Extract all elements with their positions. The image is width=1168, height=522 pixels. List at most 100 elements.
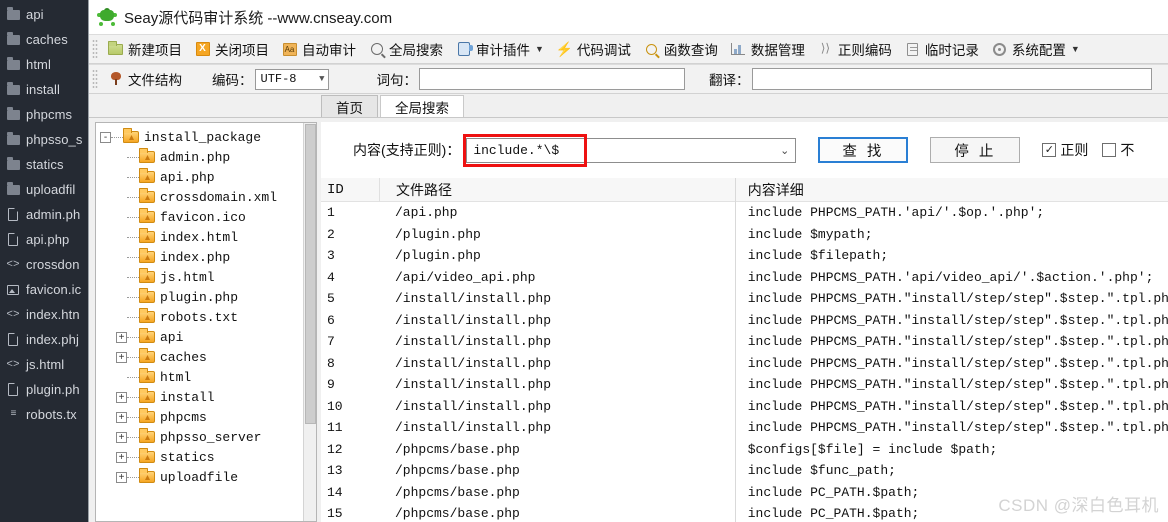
- toolbar-button-data-manage[interactable]: 数据管理: [724, 36, 811, 62]
- tree-node[interactable]: admin.php: [100, 147, 316, 167]
- explorer-item-index-phj[interactable]: index.phj: [0, 327, 88, 352]
- phrase-input[interactable]: [419, 68, 685, 90]
- table-row[interactable]: 6/install/install.php: [321, 310, 735, 332]
- chevron-down-icon[interactable]: ⌄: [780, 144, 789, 157]
- table-row-detail[interactable]: include PHPCMS_PATH."install/step/step".…: [736, 310, 1168, 332]
- column-header-path[interactable]: 文件路径: [379, 177, 735, 202]
- partial-checkbox[interactable]: 不: [1102, 140, 1134, 160]
- table-row[interactable]: 7/install/install.php: [321, 331, 735, 353]
- tree-node[interactable]: api.php: [100, 167, 316, 187]
- tree-scrollbar[interactable]: [303, 123, 316, 521]
- chevron-down-icon[interactable]: ▼: [1071, 44, 1080, 54]
- toolbar-button-regex-encode[interactable]: ⟩⟩ 正则编码: [811, 36, 898, 62]
- toolbar-button-temp-record[interactable]: 临时记录: [898, 36, 985, 62]
- explorer-item-statics[interactable]: statics: [0, 152, 88, 177]
- toolbar-button-code-debug[interactable]: ⚡ 代码调试: [550, 36, 637, 62]
- tree-node[interactable]: + statics: [100, 447, 316, 467]
- table-row[interactable]: 4/api/video_api.php: [321, 267, 735, 289]
- toolbar-button-audit-plugin[interactable]: 审计插件 ▼: [449, 36, 550, 62]
- translate-input[interactable]: [751, 68, 1152, 90]
- table-row-detail[interactable]: include PHPCMS_PATH."install/step/step".…: [736, 288, 1168, 310]
- regex-checkbox[interactable]: ✓ 正则: [1042, 140, 1088, 160]
- tree-node[interactable]: + phpsso_server: [100, 427, 316, 447]
- table-row-detail[interactable]: include PHPCMS_PATH."install/step/step".…: [736, 374, 1168, 396]
- tree-node[interactable]: html: [100, 367, 316, 387]
- explorer-item-html[interactable]: html: [0, 52, 88, 77]
- tree-node[interactable]: plugin.php: [100, 287, 316, 307]
- table-row-detail[interactable]: include $filepath;: [736, 245, 1168, 267]
- tree-node[interactable]: + uploadfile: [100, 467, 316, 487]
- partial-checkbox-box[interactable]: [1102, 143, 1117, 157]
- table-row-detail[interactable]: include PHPCMS_PATH."install/step/step".…: [736, 353, 1168, 375]
- tree-node[interactable]: + phpcms: [100, 407, 316, 427]
- table-row-detail[interactable]: include PHPCMS_PATH.'api/video_api/'.$ac…: [736, 267, 1168, 289]
- encoding-select[interactable]: UTF-8 ▼: [254, 68, 329, 90]
- tree-node[interactable]: + caches: [100, 347, 316, 367]
- explorer-item-uploadfil[interactable]: uploadfil: [0, 177, 88, 202]
- toolbar-button-close-project[interactable]: X 关闭项目: [188, 36, 275, 62]
- table-row-detail[interactable]: $configs[$file] = include $path;: [736, 439, 1168, 461]
- content-search-input[interactable]: include.*\$ ⌄: [466, 137, 797, 163]
- table-row[interactable]: 15/phpcms/base.php: [321, 503, 735, 522]
- regex-checkbox-box[interactable]: ✓: [1042, 143, 1057, 157]
- explorer-item-plugin-ph[interactable]: plugin.ph: [0, 377, 88, 402]
- table-row-detail[interactable]: include PC_PATH.$path;: [736, 503, 1168, 522]
- table-row-detail[interactable]: include PHPCMS_PATH."install/step/step".…: [736, 331, 1168, 353]
- explorer-item-install[interactable]: install: [0, 77, 88, 102]
- explorer-item-index-htn[interactable]: <> index.htn: [0, 302, 88, 327]
- tree-node[interactable]: favicon.ico: [100, 207, 316, 227]
- column-header-id[interactable]: ID: [321, 182, 379, 198]
- table-row[interactable]: 14/phpcms/base.php: [321, 482, 735, 504]
- explorer-item-caches[interactable]: caches: [0, 27, 88, 52]
- explorer-item-admin-ph[interactable]: admin.ph: [0, 202, 88, 227]
- secondary-toolbar-gripper[interactable]: [92, 69, 98, 89]
- tree-node[interactable]: + api: [100, 327, 316, 347]
- tree-scrollbar-thumb[interactable]: [305, 124, 316, 424]
- find-button[interactable]: 查 找: [818, 137, 909, 163]
- table-row-detail[interactable]: include $func_path;: [736, 460, 1168, 482]
- explorer-item-api[interactable]: api: [0, 2, 88, 27]
- toolbar-button-system-config[interactable]: 系统配置 ▼: [985, 36, 1086, 62]
- chevron-down-icon[interactable]: ▼: [535, 44, 544, 54]
- toolbar-button-global-search[interactable]: 全局搜索: [362, 36, 449, 62]
- tree-node[interactable]: js.html: [100, 267, 316, 287]
- tree-expander-toggle[interactable]: +: [116, 451, 127, 463]
- table-row-detail[interactable]: include $mypath;: [736, 224, 1168, 246]
- tree-expander-toggle[interactable]: +: [116, 351, 127, 363]
- tree-expander-toggle[interactable]: +: [116, 331, 127, 343]
- tree-expander-toggle[interactable]: +: [116, 471, 127, 483]
- table-row[interactable]: 1/api.php: [321, 202, 735, 224]
- tree-node[interactable]: index.html: [100, 227, 316, 247]
- table-row[interactable]: 8/install/install.php: [321, 353, 735, 375]
- table-row[interactable]: 11/install/install.php: [321, 417, 735, 439]
- explorer-item-js-html[interactable]: <> js.html: [0, 352, 88, 377]
- tree-expander-toggle[interactable]: +: [116, 411, 127, 423]
- table-row-detail[interactable]: include PHPCMS_PATH.'api/'.$op.'.php';: [736, 202, 1168, 224]
- table-row[interactable]: 3/plugin.php: [321, 245, 735, 267]
- explorer-item-phpcms[interactable]: phpcms: [0, 102, 88, 127]
- column-header-detail[interactable]: 内容详细: [736, 180, 804, 200]
- toolbar-button-new-project[interactable]: 新建项目: [101, 36, 188, 62]
- table-row[interactable]: 13/phpcms/base.php: [321, 460, 735, 482]
- tree-expander-toggle[interactable]: +: [116, 391, 127, 403]
- tree-expander-toggle[interactable]: -: [100, 131, 111, 143]
- table-row[interactable]: 10/install/install.php: [321, 396, 735, 418]
- table-row[interactable]: 2/plugin.php: [321, 224, 735, 246]
- explorer-item-api-php[interactable]: api.php: [0, 227, 88, 252]
- table-row[interactable]: 12/phpcms/base.php: [321, 439, 735, 461]
- table-row-detail[interactable]: include PHPCMS_PATH."install/step/step".…: [736, 417, 1168, 439]
- tab-global-search[interactable]: 全局搜索: [380, 95, 464, 117]
- explorer-item-favicon-ic[interactable]: favicon.ic: [0, 277, 88, 302]
- tab-home[interactable]: 首页: [321, 95, 378, 117]
- tree-node[interactable]: robots.txt: [100, 307, 316, 327]
- explorer-item-crossdon[interactable]: <> crossdon: [0, 252, 88, 277]
- tree-node[interactable]: - install_package: [100, 127, 316, 147]
- table-row[interactable]: 5/install/install.php: [321, 288, 735, 310]
- file-explorer-sidebar[interactable]: api caches html install phpcms phpsso_s static…: [0, 0, 88, 522]
- stop-button[interactable]: 停 止: [930, 137, 1021, 163]
- table-row[interactable]: 9/install/install.php: [321, 374, 735, 396]
- project-tree-panel[interactable]: - install_package admin.php api.php crossdom…: [95, 122, 317, 522]
- tree-node[interactable]: index.php: [100, 247, 316, 267]
- tree-expander-toggle[interactable]: +: [116, 431, 127, 443]
- table-row-detail[interactable]: include PHPCMS_PATH."install/step/step".…: [736, 396, 1168, 418]
